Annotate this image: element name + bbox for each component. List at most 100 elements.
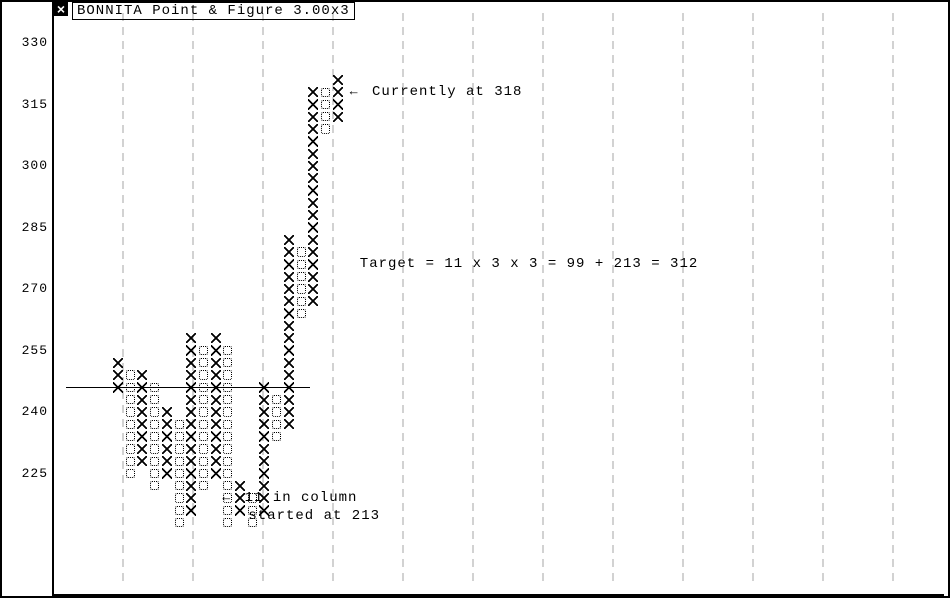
pnf-o-cell — [149, 455, 161, 467]
pnf-o-cell — [197, 455, 209, 467]
grid-col — [192, 10, 194, 586]
chart-frame: × BONNITA Point & Figure 3.00x3 33031530… — [0, 0, 950, 598]
grid-col — [682, 10, 684, 586]
pnf-x-cell — [283, 320, 295, 332]
pnf-o-cell — [222, 517, 234, 529]
y-tick-label: 285 — [2, 221, 48, 235]
pnf-x-cell — [307, 111, 319, 123]
pnf-x-cell — [307, 148, 319, 160]
grid-row-minor — [58, 319, 938, 321]
pnf-x-cell — [307, 234, 319, 246]
arrow-left-icon: ← — [222, 490, 231, 505]
pnf-x-cell — [161, 455, 173, 467]
pnf-x-cell — [307, 197, 319, 209]
pnf-o-cell — [173, 504, 185, 516]
grid-row — [58, 227, 938, 229]
grid-row — [58, 42, 938, 44]
y-tick-label: 255 — [2, 344, 48, 358]
pnf-x-cell — [307, 209, 319, 221]
pnf-o-cell — [222, 357, 234, 369]
pnf-o-cell — [197, 418, 209, 430]
pnf-o-cell — [124, 394, 136, 406]
pnf-o-cell — [222, 455, 234, 467]
y-tick-label: 315 — [2, 98, 48, 112]
grid-row — [58, 288, 938, 290]
pnf-x-cell — [283, 258, 295, 270]
grid-row-minor — [58, 503, 938, 505]
pnf-x-cell — [136, 443, 148, 455]
grid-row — [58, 411, 938, 413]
pnf-x-cell — [283, 418, 295, 430]
pnf-o-cell — [295, 295, 307, 307]
pnf-o-cell — [124, 455, 136, 467]
pnf-x-cell — [210, 357, 222, 369]
pnf-x-cell — [283, 271, 295, 283]
grid-row-minor — [58, 380, 938, 382]
grid-row-minor — [58, 196, 938, 198]
pnf-o-cell — [222, 443, 234, 455]
pnf-o-cell — [295, 271, 307, 283]
annotation-current: ← Currently at 318 — [350, 84, 523, 100]
pnf-o-cell — [197, 443, 209, 455]
grid-row — [58, 350, 938, 352]
annotation-current-text: Currently at 318 — [372, 84, 522, 100]
pnf-x-cell — [258, 455, 270, 467]
grid-col — [822, 10, 824, 586]
pnf-x-cell — [307, 86, 319, 98]
pnf-o-cell — [197, 394, 209, 406]
annotation-column: ← 11 in column — [222, 490, 357, 506]
pnf-o-cell — [149, 418, 161, 430]
grid-row — [58, 165, 938, 167]
pnf-o-cell — [149, 394, 161, 406]
count-line — [66, 387, 310, 388]
grid-col — [122, 10, 124, 586]
pnf-x-cell — [210, 394, 222, 406]
pnf-o-cell — [197, 480, 209, 492]
pnf-x-cell — [307, 172, 319, 184]
pnf-o-cell — [149, 480, 161, 492]
grid-row-minor — [58, 73, 938, 75]
pnf-x-cell — [136, 455, 148, 467]
pnf-x-cell — [258, 443, 270, 455]
pnf-x-cell — [161, 418, 173, 430]
grid-col — [892, 10, 894, 586]
pnf-x-cell — [307, 271, 319, 283]
pnf-x-cell — [210, 455, 222, 467]
pnf-o-cell — [222, 418, 234, 430]
annotation-target: Target = 11 x 3 x 3 = 99 + 213 = 312 — [360, 256, 698, 272]
pnf-o-cell — [173, 418, 185, 430]
pnf-x-cell — [283, 295, 295, 307]
pnf-o-cell — [124, 443, 136, 455]
pnf-o-cell — [222, 394, 234, 406]
pnf-o-cell — [173, 443, 185, 455]
pnf-x-cell — [258, 394, 270, 406]
grid-row — [58, 104, 938, 106]
pnf-x-cell — [307, 258, 319, 270]
annotation-column-text: 11 in column — [245, 490, 358, 506]
pnf-o-cell — [173, 455, 185, 467]
pnf-x-cell — [210, 418, 222, 430]
y-tick-label: 270 — [2, 282, 48, 296]
grid-row-minor — [58, 134, 938, 136]
pnf-x-cell — [258, 418, 270, 430]
y-tick-label: 240 — [2, 405, 48, 419]
pnf-x-cell — [283, 394, 295, 406]
pnf-o-cell — [271, 418, 283, 430]
y-tick-label: 225 — [2, 467, 48, 481]
y-tick-label: 330 — [2, 36, 48, 50]
pnf-x-cell — [283, 332, 295, 344]
pnf-x-cell — [136, 394, 148, 406]
pnf-x-cell — [210, 332, 222, 344]
pnf-x-cell — [307, 295, 319, 307]
pnf-o-cell — [149, 443, 161, 455]
pnf-o-cell — [271, 394, 283, 406]
grid-col — [752, 10, 754, 586]
y-tick-label: 300 — [2, 159, 48, 173]
pnf-o-cell — [319, 111, 331, 123]
annotation-column-line2: started at 213 — [248, 508, 380, 524]
grid-col — [612, 10, 614, 586]
pnf-o-cell — [197, 357, 209, 369]
grid-col — [542, 10, 544, 586]
pnf-x-cell — [283, 234, 295, 246]
pnf-x-cell — [210, 443, 222, 455]
